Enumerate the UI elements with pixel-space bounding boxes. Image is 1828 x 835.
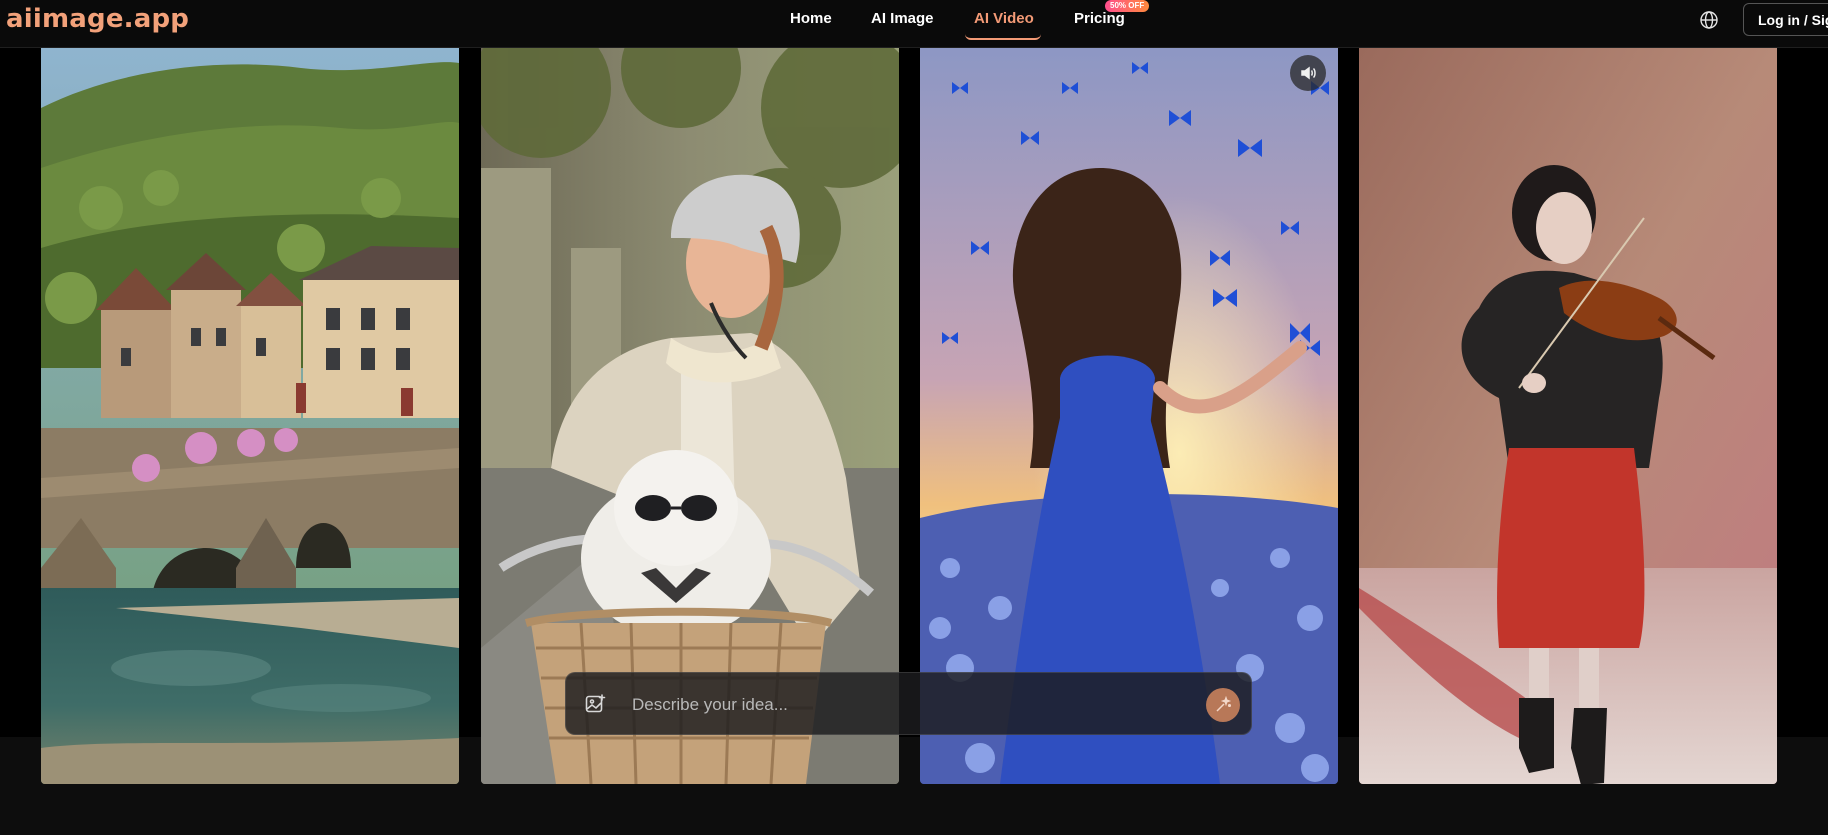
village-bridge-image	[41, 48, 459, 784]
discount-badge: 50% OFF	[1105, 0, 1150, 12]
site-header: aiimage.app Home AI Image AI Video Prici…	[0, 0, 1828, 48]
generate-button[interactable]	[1206, 688, 1240, 722]
sound-toggle-button[interactable]	[1290, 55, 1326, 91]
nav-ai-image[interactable]: AI Image	[871, 0, 934, 40]
main-nav: Home AI Image AI Video Pricing 50% OFF	[0, 0, 1828, 48]
prompt-bar	[565, 672, 1252, 735]
globe-icon[interactable]	[1699, 10, 1719, 30]
violinist-image	[1359, 48, 1777, 784]
image-upload-icon[interactable]	[584, 693, 606, 715]
prompt-input[interactable]	[630, 685, 1174, 725]
sparkle-icon	[1216, 696, 1232, 712]
gallery-card-village-bridge[interactable]	[41, 48, 459, 784]
active-nav-indicator	[965, 34, 1041, 40]
login-signup-button[interactable]: Log in / Sign up	[1743, 3, 1828, 36]
speaker-icon	[1301, 66, 1316, 80]
nav-home[interactable]: Home	[790, 0, 832, 40]
gallery-card-violinist[interactable]	[1359, 48, 1777, 784]
